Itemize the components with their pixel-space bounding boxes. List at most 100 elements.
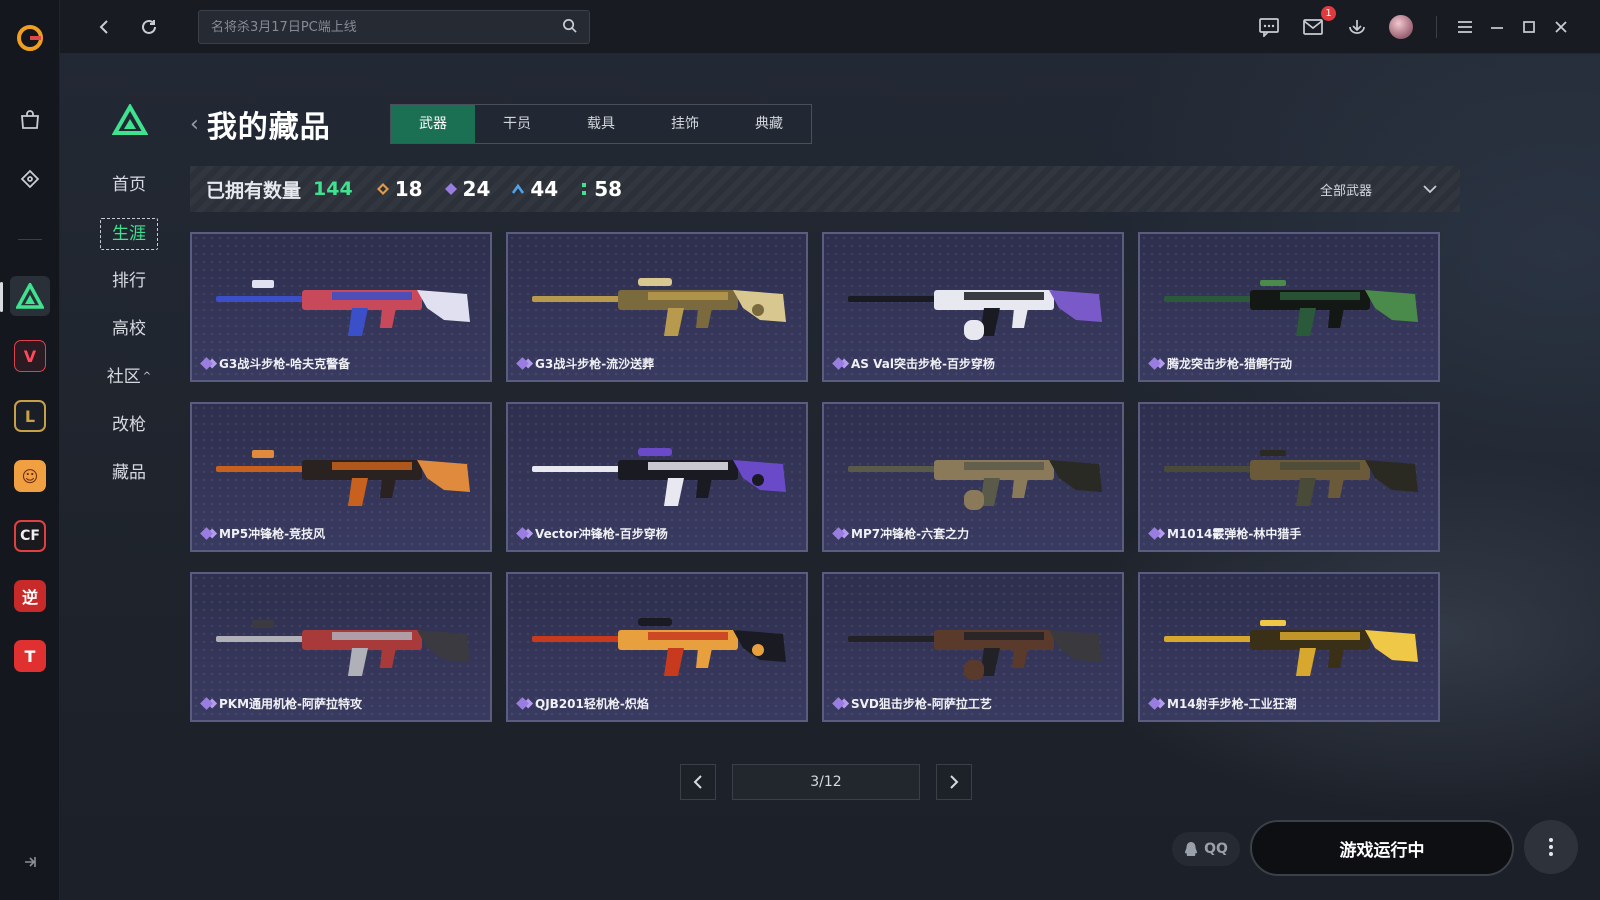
store-bag-icon[interactable] bbox=[10, 100, 50, 140]
collection-item-card[interactable]: SVD狙击步枪-阿萨拉工艺 bbox=[822, 572, 1124, 722]
nav-career[interactable]: 生涯 bbox=[100, 218, 158, 250]
owned-count-label: 已拥有数量 bbox=[206, 179, 302, 202]
weapon-image bbox=[848, 630, 1102, 680]
collection-item-card[interactable]: Vector冲锋枪-百步穿杨 bbox=[506, 402, 808, 552]
collection-item-card[interactable]: MP5冲锋枪-竞技风 bbox=[190, 402, 492, 552]
chevron-up-icon: ^ bbox=[142, 371, 152, 382]
rarity-diamond-icon bbox=[832, 357, 845, 370]
weapon-image bbox=[216, 280, 470, 336]
item-name-row: PKM通用机枪-阿萨拉特攻 bbox=[200, 695, 363, 712]
tab-collectibles[interactable]: 典藏 bbox=[727, 105, 811, 143]
weapon-filter-label: 全部武器 bbox=[1319, 183, 1372, 199]
chat-icon[interactable] bbox=[1254, 12, 1284, 42]
gamepad-tag-icon[interactable] bbox=[10, 160, 50, 200]
back-button[interactable] bbox=[90, 12, 120, 42]
maximize-icon[interactable] bbox=[1514, 12, 1544, 42]
game-sub-nav: 首页 生涯 排行 高校 社区 ^ 改枪 藏品 bbox=[100, 170, 160, 506]
qq-button[interactable]: QQ bbox=[1172, 832, 1240, 866]
owned-total: 144 bbox=[313, 178, 353, 200]
item-name: MP5冲锋枪-竞技风 bbox=[219, 527, 326, 541]
green-dots-icon bbox=[582, 183, 587, 195]
chevron-right-icon bbox=[950, 775, 959, 789]
rarity-diamond-icon bbox=[1148, 527, 1161, 540]
close-icon[interactable] bbox=[1546, 12, 1576, 42]
collection-tabs: 武器 干员 载具 挂饰 典藏 bbox=[390, 104, 812, 144]
league-game-icon[interactable]: L bbox=[10, 396, 50, 436]
purple-diamond-icon bbox=[444, 183, 457, 195]
delta-force-game-icon[interactable] bbox=[10, 276, 50, 316]
rarity-orange-count: 18 bbox=[394, 177, 423, 201]
download-icon[interactable] bbox=[1342, 12, 1372, 42]
item-name-row: G3战斗步枪-流沙送葬 bbox=[516, 355, 654, 372]
rarity-diamond-icon bbox=[832, 527, 845, 540]
collection-item-card[interactable]: PKM通用机枪-阿萨拉特攻 bbox=[190, 572, 492, 722]
item-name: MP7冲锋枪-六套之力 bbox=[851, 527, 970, 541]
rarity-diamond-icon bbox=[516, 527, 529, 540]
menu-icon[interactable] bbox=[1450, 12, 1480, 42]
search-icon[interactable] bbox=[562, 18, 577, 37]
nav-gunsmith[interactable]: 改枪 bbox=[100, 410, 158, 442]
nav-college[interactable]: 高校 bbox=[100, 314, 158, 346]
search-box[interactable] bbox=[198, 10, 590, 44]
nav-community-label: 社区 bbox=[106, 367, 141, 387]
prev-page-button[interactable] bbox=[680, 764, 716, 800]
tab-weapons[interactable]: 武器 bbox=[391, 105, 475, 143]
mail-icon[interactable]: 1 bbox=[1298, 6, 1336, 42]
nav-ranking[interactable]: 排行 bbox=[100, 266, 158, 298]
rarity-purple: 24 bbox=[444, 177, 490, 201]
valorant-game-icon[interactable]: V bbox=[10, 336, 50, 376]
collection-item-card[interactable]: M1014霰弹枪-林中猎手 bbox=[1138, 402, 1440, 552]
nav-home[interactable]: 首页 bbox=[100, 170, 158, 202]
nav-community[interactable]: 社区 ^ bbox=[100, 362, 158, 394]
weapon-filter-dropdown[interactable]: 全部武器 bbox=[1320, 166, 1438, 212]
weapon-image bbox=[216, 620, 470, 676]
tab-charms[interactable]: 挂饰 bbox=[643, 105, 727, 143]
minimize-icon[interactable] bbox=[1482, 12, 1512, 42]
app-logo-icon[interactable] bbox=[10, 18, 50, 58]
game-running-button[interactable]: 游戏运行中 bbox=[1250, 820, 1514, 876]
more-options-button[interactable] bbox=[1524, 820, 1578, 874]
nav-collection[interactable]: 藏品 bbox=[100, 458, 158, 490]
item-name: M14射手步枪-工业狂潮 bbox=[1167, 697, 1297, 711]
tiantian-game-icon[interactable]: T bbox=[10, 636, 50, 676]
rarity-diamond-icon bbox=[516, 357, 529, 370]
tab-operators[interactable]: 干员 bbox=[475, 105, 559, 143]
rarity-green: 58 bbox=[580, 177, 622, 201]
chevron-left-icon bbox=[693, 775, 702, 789]
rarity-diamond-icon bbox=[200, 527, 213, 540]
rarity-diamond-icon bbox=[832, 697, 845, 710]
collection-item-card[interactable]: 腾龙突击步枪-猎鳄行动 bbox=[1138, 232, 1440, 382]
collection-item-card[interactable]: G3战斗步枪-流沙送葬 bbox=[506, 232, 808, 382]
item-name-row: M1014霰弹枪-林中猎手 bbox=[1148, 525, 1301, 542]
refresh-button[interactable] bbox=[134, 12, 164, 42]
next-page-button[interactable] bbox=[936, 764, 972, 800]
weapon-image bbox=[848, 460, 1102, 510]
weapon-image bbox=[532, 618, 786, 676]
rail-divider bbox=[18, 239, 42, 240]
avatar[interactable] bbox=[1386, 12, 1416, 42]
top-bar: 1 bbox=[60, 0, 1600, 54]
rarity-diamond-icon bbox=[1148, 357, 1161, 370]
weapon-image bbox=[532, 448, 786, 506]
collection-item-card[interactable]: MP7冲锋枪-六套之力 bbox=[822, 402, 1124, 552]
nishuihan-game-icon[interactable]: 逆 bbox=[10, 576, 50, 616]
collection-item-card[interactable]: G3战斗步枪-哈夫克警备 bbox=[190, 232, 492, 382]
page-title: 我的藏品 bbox=[206, 110, 331, 145]
qq-penguin-icon bbox=[1185, 842, 1198, 856]
tab-vehicles[interactable]: 载具 bbox=[559, 105, 643, 143]
collection-item-card[interactable]: QJB201轻机枪-炽焰 bbox=[506, 572, 808, 722]
expand-rail-icon[interactable] bbox=[10, 842, 50, 882]
item-name: PKM通用机枪-阿萨拉特攻 bbox=[219, 697, 363, 711]
collection-item-card[interactable]: M14射手步枪-工业狂潮 bbox=[1138, 572, 1440, 722]
rarity-green-count: 58 bbox=[594, 177, 623, 201]
search-input[interactable] bbox=[211, 19, 562, 35]
rarity-blue-count: 44 bbox=[530, 177, 559, 201]
page-back-icon[interactable]: ‹ bbox=[190, 112, 199, 137]
item-name-row: QJB201轻机枪-炽焰 bbox=[516, 695, 649, 712]
crossfire-game-icon[interactable]: CF bbox=[10, 516, 50, 556]
page-indicator: 3/12 bbox=[732, 764, 920, 800]
cartoon-game-icon[interactable]: ☺ bbox=[10, 456, 50, 496]
weapon-image bbox=[216, 450, 470, 506]
item-name-row: Vector冲锋枪-百步穿杨 bbox=[516, 525, 668, 542]
collection-item-card[interactable]: AS Val突击步枪-百步穿杨 bbox=[822, 232, 1124, 382]
